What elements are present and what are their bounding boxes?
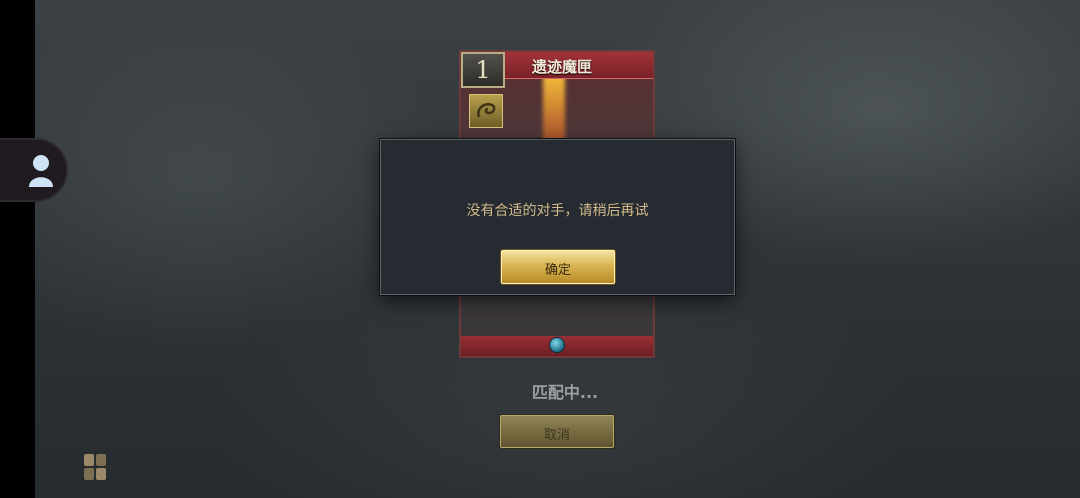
card-cost: 1: [475, 56, 491, 84]
no-opponent-dialog: 没有合适的对手，请稍后再试 确定: [380, 139, 735, 295]
card-cost-frame: 1: [461, 52, 505, 88]
cancel-button[interactable]: 取消: [500, 415, 614, 448]
dialog-message: 没有合适的对手，请稍后再试: [466, 203, 649, 219]
card-name: 遗迹魔匣: [531, 58, 592, 76]
screen-edge: [0, 0, 35, 498]
confirm-button-label: 确定: [544, 263, 571, 278]
card-rarity-gem: [549, 337, 565, 353]
spell-rune-icon: [469, 94, 503, 128]
friends-button[interactable]: [0, 138, 68, 202]
matching-status: 匹配中...: [531, 383, 599, 402]
user-icon: [29, 155, 53, 187]
game-background: 遗迹魔匣 1 没有合适的对手，请稍后再试 确定 匹配中... 取消: [0, 0, 1080, 498]
card-stack-icon[interactable]: [82, 452, 108, 482]
confirm-button[interactable]: 确定: [501, 250, 615, 284]
cancel-button-label: 取消: [543, 428, 570, 443]
